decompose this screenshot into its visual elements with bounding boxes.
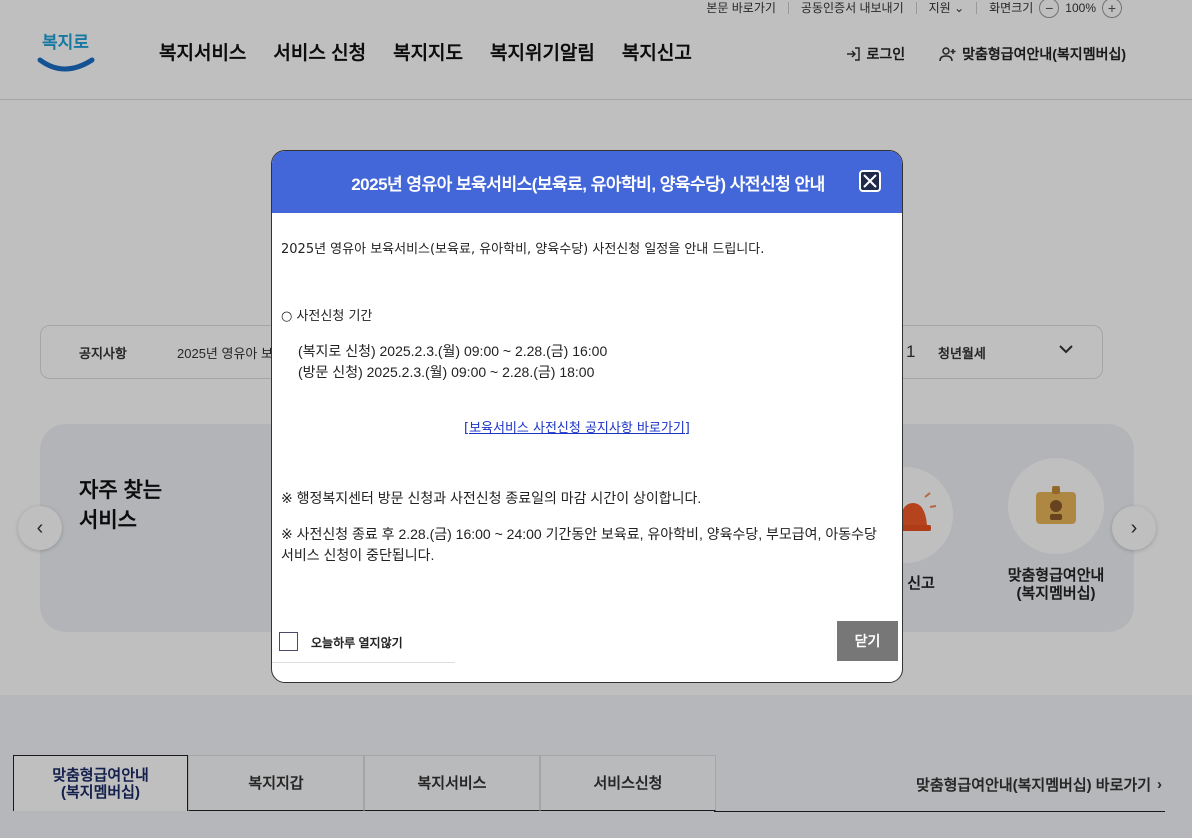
no-show-today-checkbox[interactable] <box>279 632 298 651</box>
close-button[interactable]: 닫기 <box>837 621 898 661</box>
modal-intro: 2025년 영유아 보육서비스(보육료, 유아학비, 양육수당) 사전신청 일정… <box>281 242 765 257</box>
modal-footer: 오늘하루 열지않기 닫기 <box>272 617 902 682</box>
period-title: ○ 사전신청 기간 <box>281 309 373 324</box>
modal-title: 2025년 영유아 보육서비스(보육료, 유아학비, 양육수당) 사전신청 안내 <box>351 174 825 194</box>
notice-modal: 2025년 영유아 보육서비스(보육료, 유아학비, 양육수당) 사전신청 안내… <box>271 150 903 683</box>
modal-header: 2025년 영유아 보육서비스(보육료, 유아학비, 양육수당) 사전신청 안내 <box>272 151 902 213</box>
footer-divider <box>272 662 455 663</box>
schedule-visit: (방문 신청) 2025.2.3.(월) 09:00 ~ 2.28.(금) 18… <box>298 364 595 380</box>
no-show-today-label[interactable]: 오늘하루 열지않기 <box>311 634 403 651</box>
close-icon[interactable] <box>859 170 881 192</box>
notice-shortcut-link[interactable]: [보육서비스 사전신청 공지사항 바로가기] <box>464 417 690 436</box>
modal-note-1: ※ 행정복지센터 방문 신청과 사전신청 종료일의 마감 시간이 상이합니다. <box>281 490 702 506</box>
schedule-online: (복지로 신청) 2025.2.3.(월) 09:00 ~ 2.28.(금) 1… <box>298 343 608 359</box>
modal-note-2: ※ 사전신청 종료 후 2.28.(금) 16:00 ~ 24:00 기간동안 … <box>281 526 877 563</box>
